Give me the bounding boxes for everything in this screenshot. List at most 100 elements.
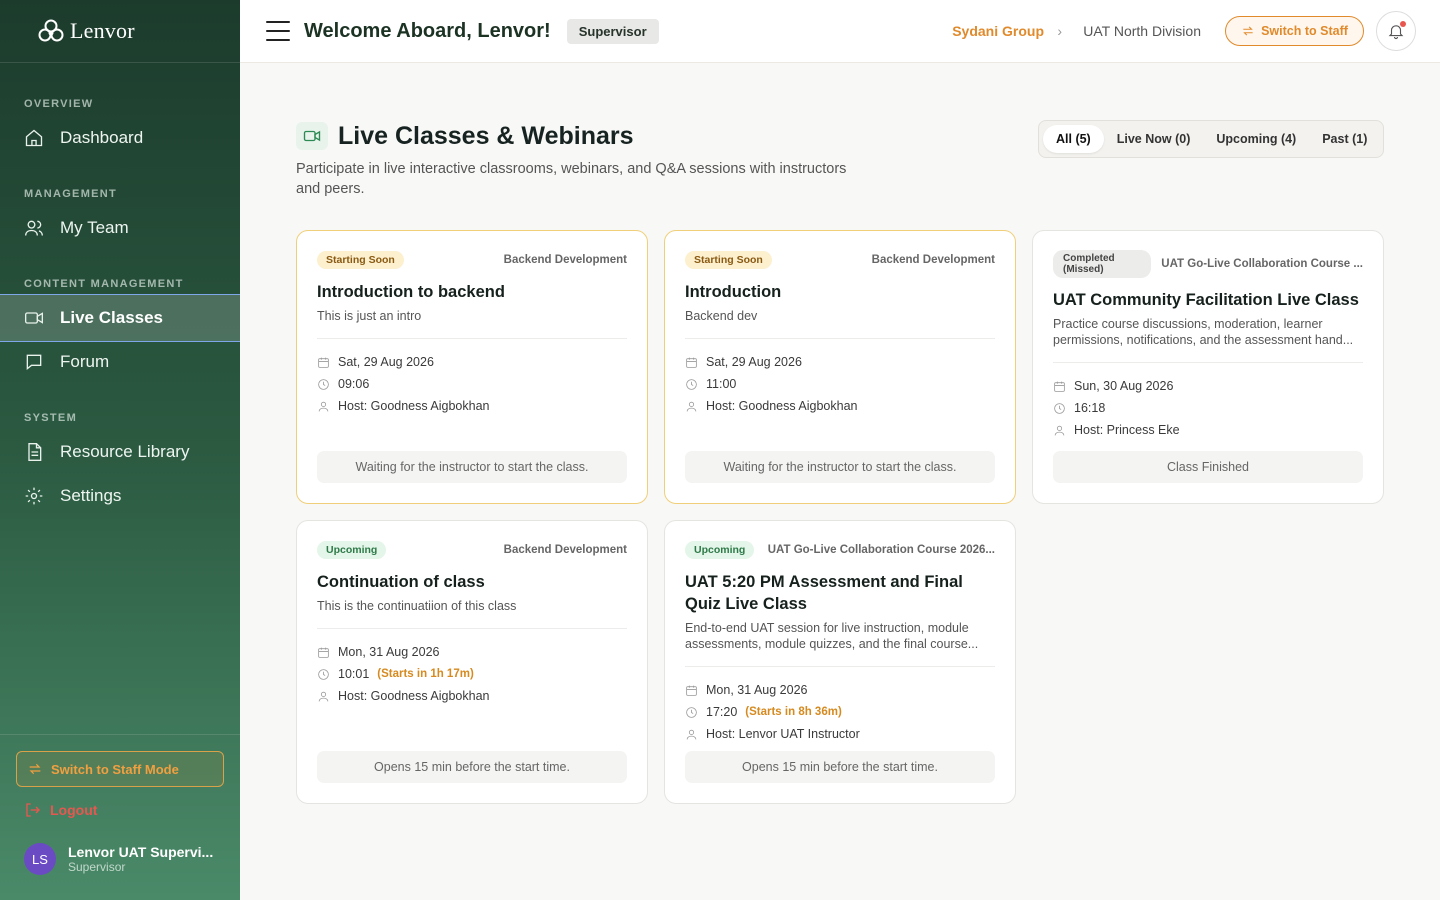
class-title: Introduction <box>685 283 782 301</box>
sidebar-item-my-team[interactable]: My Team <box>0 204 240 252</box>
class-time: 09:06 <box>317 373 627 395</box>
class-description: This is the continuatiion of this class <box>317 599 517 613</box>
calendar-icon <box>686 357 697 368</box>
user-icon <box>318 691 329 701</box>
class-date: Sat, 29 Aug 2026 <box>685 351 995 373</box>
logout-button[interactable]: Logout <box>24 801 97 819</box>
notifications-button[interactable] <box>1376 11 1416 51</box>
sidebar-item-label: Dashboard <box>60 128 144 147</box>
switch-icon <box>29 763 41 775</box>
filter-tab-all[interactable]: All (5) <box>1043 125 1104 153</box>
course-name: Backend Development <box>871 254 995 266</box>
sidebar-item-label: My Team <box>60 218 129 237</box>
sidebar-footer: Switch to Staff Mode Logout LS Lenvor UA… <box>0 734 240 900</box>
section-system: SYSTEM <box>24 412 78 424</box>
switch-to-staff-mode-label: Switch to Staff Mode <box>51 761 179 777</box>
class-title: Continuation of class <box>317 573 485 591</box>
class-card[interactable]: Upcoming UAT Go-Live Collaboration Cours… <box>664 520 1016 804</box>
user-profile[interactable]: LS Lenvor UAT Supervi... Supervisor <box>24 843 218 875</box>
switch-icon <box>1243 26 1253 36</box>
page-title: Live Classes & Webinars <box>338 122 634 150</box>
class-date: Mon, 31 Aug 2026 <box>317 641 627 663</box>
class-description: Practice course discussions, moderation,… <box>1053 317 1354 347</box>
calendar-icon <box>686 685 697 696</box>
class-description: End-to-end UAT session for live instruct… <box>685 621 979 651</box>
status-badge: Starting Soon <box>685 251 772 269</box>
course-name: UAT Go-Live Collaboration Course ... <box>1161 258 1363 270</box>
menu-toggle-icon[interactable] <box>266 21 290 41</box>
divider <box>685 666 995 667</box>
class-card[interactable]: Upcoming Backend Development Continuatio… <box>296 520 648 804</box>
class-time: 17:20 (Starts in 8h 36m) <box>685 701 995 723</box>
class-host: Host: Princess Eke <box>1053 419 1363 441</box>
breadcrumb-organization[interactable]: Sydani Group <box>952 23 1044 39</box>
class-date: Sun, 30 Aug 2026 <box>1053 375 1363 397</box>
class-card[interactable]: Starting Soon Backend Development Introd… <box>296 230 648 504</box>
clock-icon <box>686 378 697 390</box>
document-icon <box>28 443 42 461</box>
user-role: Supervisor <box>68 860 126 874</box>
sidebar-item-dashboard[interactable]: Dashboard <box>0 114 240 162</box>
logo-text: Lenvor <box>70 18 135 43</box>
sidebar-item-resource-library[interactable]: Resource Library <box>0 428 240 476</box>
class-title: UAT 5:20 PM Assessment and Final Quiz Li… <box>685 573 963 613</box>
class-description: Backend dev <box>685 309 758 323</box>
user-icon <box>686 401 697 411</box>
class-time: 11:00 <box>685 373 995 395</box>
class-status-message: Class Finished <box>1053 451 1363 483</box>
notification-dot <box>1400 21 1406 27</box>
course-name: Backend Development <box>503 254 627 266</box>
top-header: Welcome Aboard, Lenvor! Supervisor Sydan… <box>240 0 1440 63</box>
sidebar-item-label: Settings <box>60 486 122 505</box>
course-name: UAT Go-Live Collaboration Course 2026... <box>767 544 995 556</box>
users-icon <box>25 220 43 236</box>
user-name: Lenvor UAT Supervi... <box>68 844 214 860</box>
sidebar-item-label: Resource Library <box>60 442 190 461</box>
class-card[interactable]: Starting Soon Backend Development Introd… <box>664 230 1016 504</box>
section-overview: OVERVIEW <box>24 98 94 110</box>
starts-in: (Starts in 1h 17m) <box>377 668 474 680</box>
filter-tab-upcoming[interactable]: Upcoming (4) <box>1203 125 1309 153</box>
class-host: Host: Goodness Aigbokhan <box>317 685 627 707</box>
sidebar: Lenvor OVERVIEW Dashboard MANAGEMENT My … <box>0 0 240 900</box>
logo[interactable]: Lenvor <box>0 0 240 63</box>
clock-icon <box>686 706 697 718</box>
breadcrumb-division: UAT North Division <box>1083 23 1201 39</box>
divider <box>685 338 995 339</box>
class-status-message: Opens 15 min before the start time. <box>685 751 995 783</box>
clock-icon <box>318 668 329 680</box>
sidebar-item-forum[interactable]: Forum <box>0 338 240 386</box>
switch-to-staff-mode-button[interactable]: Switch to Staff Mode <box>16 751 224 787</box>
class-date: Mon, 31 Aug 2026 <box>685 679 995 701</box>
filter-tabs: All (5) Live Now (0) Upcoming (4) Past (… <box>1038 120 1384 158</box>
divider <box>317 338 627 339</box>
divider <box>1053 362 1363 363</box>
class-time: 16:18 <box>1053 397 1363 419</box>
welcome-title: Welcome Aboard, Lenvor! <box>304 19 551 42</box>
sidebar-item-live-classes[interactable]: Live Classes <box>0 294 240 342</box>
calendar-icon <box>318 357 329 368</box>
filter-tab-past[interactable]: Past (1) <box>1309 125 1380 153</box>
sidebar-item-settings[interactable]: Settings <box>0 472 240 520</box>
switch-to-staff-button[interactable]: Switch to Staff <box>1225 16 1364 46</box>
avatar: LS <box>24 843 56 875</box>
clock-icon <box>318 378 329 390</box>
class-host: Host: Goodness Aigbokhan <box>317 395 627 417</box>
class-host: Host: Lenvor UAT Instructor <box>685 723 995 745</box>
class-host: Host: Goodness Aigbokhan <box>685 395 995 417</box>
starts-in: (Starts in 8h 36m) <box>745 706 842 718</box>
video-icon <box>296 122 328 150</box>
sidebar-item-label: Live Classes <box>60 308 164 327</box>
class-status-message: Opens 15 min before the start time. <box>317 751 627 783</box>
logout-label: Logout <box>50 802 98 818</box>
class-card[interactable]: Completed (Missed) UAT Go-Live Collabora… <box>1032 230 1384 504</box>
gear-icon <box>25 487 43 505</box>
chat-icon <box>26 354 42 371</box>
breadcrumb-separator-icon: › <box>1057 23 1062 39</box>
page-subtitle: Participate in live interactive classroo… <box>296 161 847 197</box>
lenvor-logo-icon <box>38 19 64 42</box>
role-badge: Supervisor <box>566 18 659 44</box>
switch-to-staff-label: Switch to Staff <box>1261 24 1348 38</box>
filter-tab-live-now[interactable]: Live Now (0) <box>1104 125 1204 153</box>
section-content-management: CONTENT MANAGEMENT <box>24 278 184 290</box>
